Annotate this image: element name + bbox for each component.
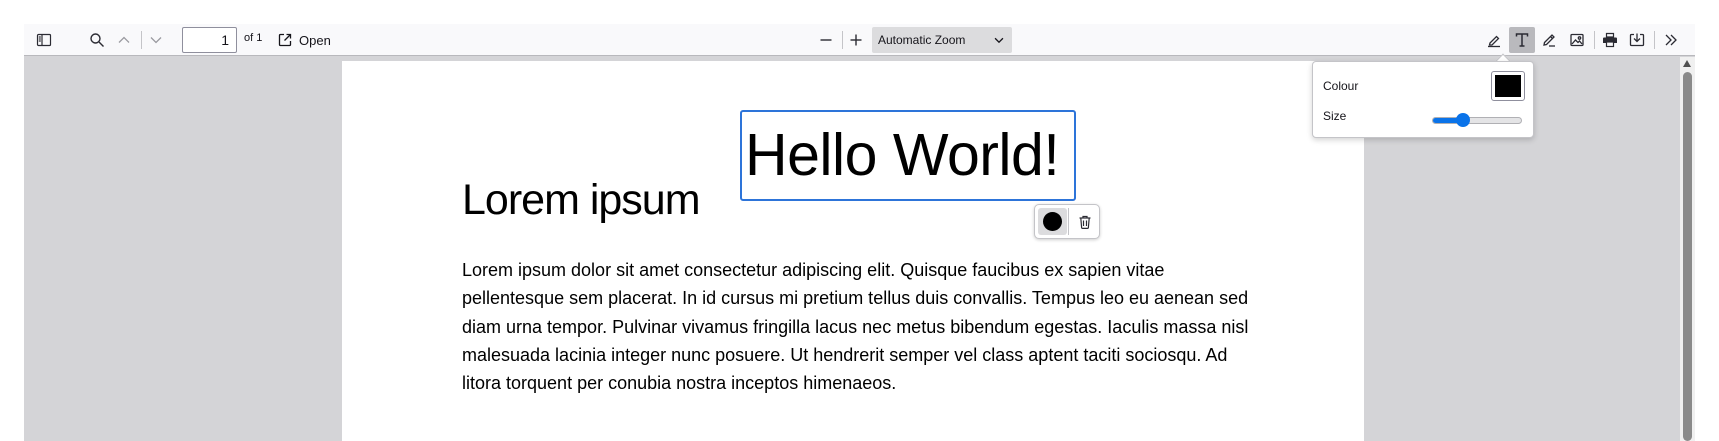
secondary-toolbar-button[interactable] [1658,27,1684,53]
minus-icon [820,39,832,41]
pdf-page[interactable]: Lorem ipsum Lorem ipsum dolor sit amet c… [342,61,1364,441]
page-count-label: of 1 [244,32,263,44]
toolbar: 1 of 1 Open Automatic Zoom [24,24,1695,56]
toolbar-separator [141,31,142,49]
scroll-up-arrow[interactable] [1683,60,1691,67]
trash-icon [1079,215,1090,229]
print-button[interactable] [1597,27,1623,53]
zoom-in-button[interactable] [843,27,869,53]
image-icon [1570,33,1584,47]
size-label: Size [1323,109,1347,123]
edit-toolbar-divider [1068,208,1069,235]
annotation-delete-button[interactable] [1071,208,1098,235]
previous-page-button[interactable] [111,27,137,53]
vertical-scrollbar[interactable] [1680,57,1695,441]
annotation-color-button[interactable] [1038,208,1067,235]
printer-icon [1603,32,1617,48]
open-label: Open [299,32,331,48]
stamp-tool-button[interactable] [1564,27,1590,53]
next-page-button[interactable] [143,27,169,53]
search-icon [90,33,104,47]
annotation-edit-toolbar [1034,204,1100,239]
free-text-params-popup: Colour Size [1312,61,1534,138]
free-text-annotation[interactable]: Hello World! [740,110,1076,201]
external-link-icon [278,33,292,47]
sidebar-toggle-icon [36,33,52,47]
free-text-content[interactable]: Hello World! [745,120,1060,190]
plus-icon [850,34,862,46]
page-number-input[interactable]: 1 [182,27,237,53]
zoom-value: Automatic Zoom [878,33,966,47]
open-in-app-button[interactable]: Open [277,27,331,53]
double-chevron-right-icon [1665,34,1677,46]
find-button[interactable] [84,27,110,53]
size-slider[interactable] [1432,113,1522,127]
toolbar-separator [1594,31,1595,49]
colour-swatch [1495,75,1521,97]
size-slider-track [1432,117,1522,124]
zoom-out-button[interactable] [813,27,839,53]
download-icon [1629,33,1645,47]
sidebar-toggle-button[interactable] [31,27,57,53]
chevron-down-icon [994,37,1004,44]
toolbar-separator [1654,31,1655,49]
color-swatch-dot [1043,212,1062,231]
document-heading: Lorem ipsum [462,176,701,224]
free-text-tool-button[interactable] [1509,27,1535,53]
size-slider-thumb[interactable] [1456,113,1470,127]
chevron-down-icon [150,37,162,44]
colour-picker-button[interactable] [1491,71,1525,101]
colour-label: Colour [1323,79,1359,93]
pencil-icon [1543,34,1555,47]
highlighter-icon [1488,35,1500,48]
scroll-thumb[interactable] [1683,72,1692,441]
save-button[interactable] [1624,27,1650,53]
chevron-up-icon [118,36,130,43]
text-t-icon [1515,33,1529,47]
highlight-tool-button[interactable] [1481,27,1507,53]
document-paragraph: Lorem ipsum dolor sit amet consectetur a… [462,260,1249,394]
ink-tool-button[interactable] [1536,27,1562,53]
zoom-select[interactable]: Automatic Zoom [872,27,1012,53]
